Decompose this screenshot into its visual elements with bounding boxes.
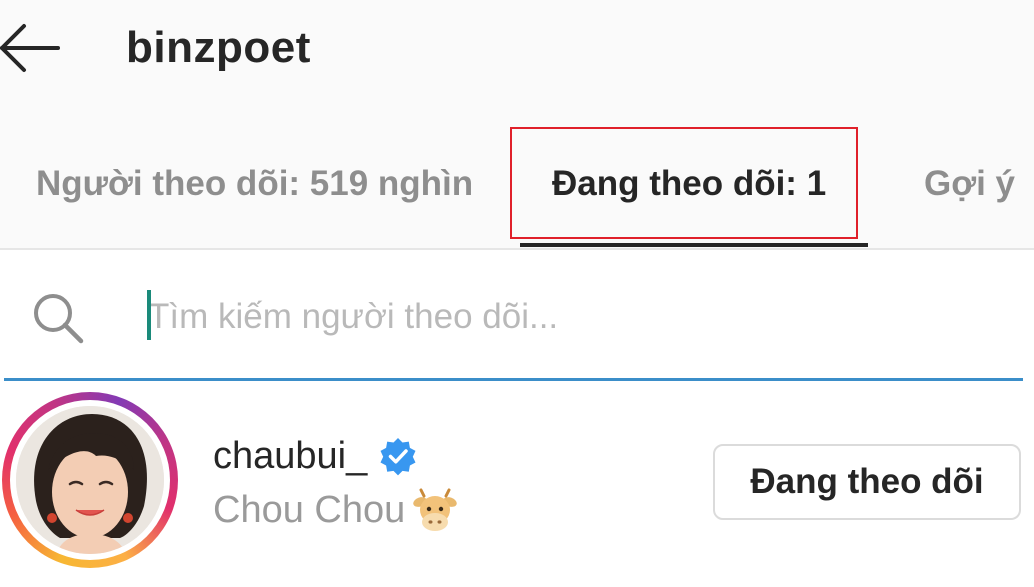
tab-suggestions[interactable]: Gợi ý <box>924 160 1015 208</box>
search-underline <box>4 378 1023 381</box>
header: binzpoet Người theo dõi: 519 nghìn Đang … <box>0 0 1034 250</box>
back-button[interactable] <box>0 18 64 78</box>
tab-following[interactable]: Đang theo dõi: 1 <box>552 160 826 208</box>
page-title: binzpoet <box>126 23 311 72</box>
search-input[interactable] <box>148 290 1008 344</box>
screen: binzpoet Người theo dõi: 519 nghìn Đang … <box>0 0 1034 587</box>
cow-face-icon <box>413 488 457 531</box>
full-name: Chou Chou <box>213 489 406 531</box>
following-button[interactable]: Đang theo dõi <box>713 444 1021 520</box>
username[interactable]: chaubui_ <box>213 432 367 480</box>
active-tab-indicator <box>520 243 868 247</box>
text-cursor <box>147 290 151 340</box>
avatar-image <box>16 406 164 554</box>
arrow-left-icon <box>0 24 60 72</box>
avatar <box>16 406 164 554</box>
avatar-story-ring[interactable] <box>2 392 178 568</box>
search-icon <box>34 294 84 344</box>
tab-followers[interactable]: Người theo dõi: 519 nghìn <box>36 160 473 208</box>
verified-badge-icon <box>380 438 416 476</box>
